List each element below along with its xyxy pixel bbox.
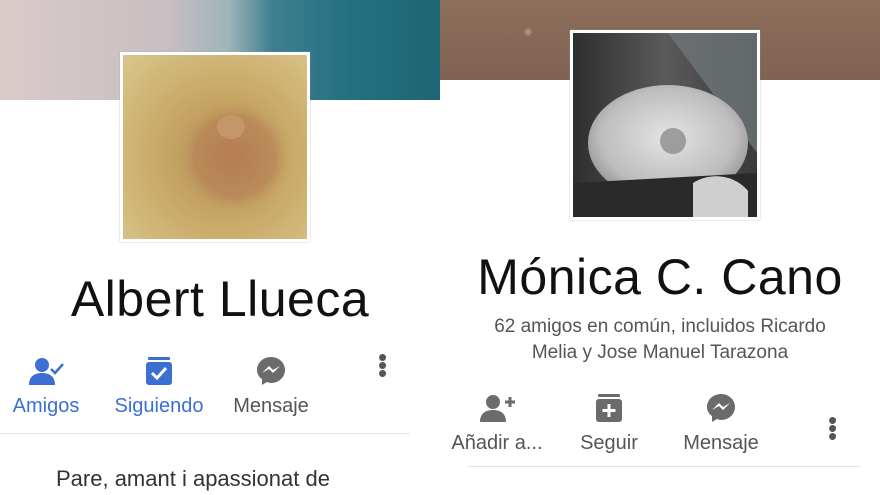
friends-label: Amigos — [12, 395, 80, 417]
following-button[interactable]: Siguiendo — [108, 355, 210, 418]
following-check-icon — [146, 357, 172, 385]
friends-check-icon — [29, 358, 64, 385]
friends-button[interactable]: Amigos — [8, 355, 84, 418]
profile-picture[interactable] — [120, 52, 310, 242]
follow-plus-icon — [596, 394, 622, 422]
profile-bio: Pare, amant i apassionat de — [56, 466, 330, 491]
profile-picture[interactable] — [570, 30, 760, 220]
message-button[interactable]: Mensaje — [678, 392, 764, 455]
add-friend-label: Añadir a... — [451, 432, 543, 454]
add-friend-button[interactable]: Añadir a... — [446, 392, 548, 455]
message-label: Mensaje — [683, 432, 759, 454]
message-label: Mensaje — [233, 395, 309, 417]
profile-name: Albert Llueca — [70, 271, 370, 327]
divider — [468, 466, 860, 467]
divider — [0, 433, 410, 434]
right-profile-panel: Mónica C. Cano 62 amigos en común, inclu… — [440, 0, 880, 495]
profile-name: Mónica C. Cano — [477, 249, 843, 305]
more-options-icon[interactable]: • • • — [378, 344, 387, 386]
mutual-friends-text[interactable]: 62 amigos en común, incluidos Ricardo Me… — [440, 314, 880, 366]
mutual-friends-line-1: 62 amigos en común, incluidos Ricardo — [494, 316, 826, 337]
more-options-icon[interactable]: • • • — [828, 407, 837, 449]
messenger-icon — [707, 394, 735, 422]
following-label: Siguiendo — [114, 395, 204, 417]
add-friend-icon — [480, 395, 515, 422]
left-profile-panel: Albert Llueca Amigos Siguiendo Mensaje •… — [0, 0, 440, 495]
message-button[interactable]: Mensaje — [228, 355, 314, 418]
profile-picture-image — [573, 33, 757, 217]
follow-button[interactable]: Seguir — [574, 392, 644, 455]
follow-label: Seguir — [580, 432, 638, 454]
profile-picture-image — [123, 55, 307, 239]
mutual-friends-line-2: Melia y Jose Manuel Tarazona — [531, 342, 789, 363]
messenger-icon — [257, 357, 285, 385]
